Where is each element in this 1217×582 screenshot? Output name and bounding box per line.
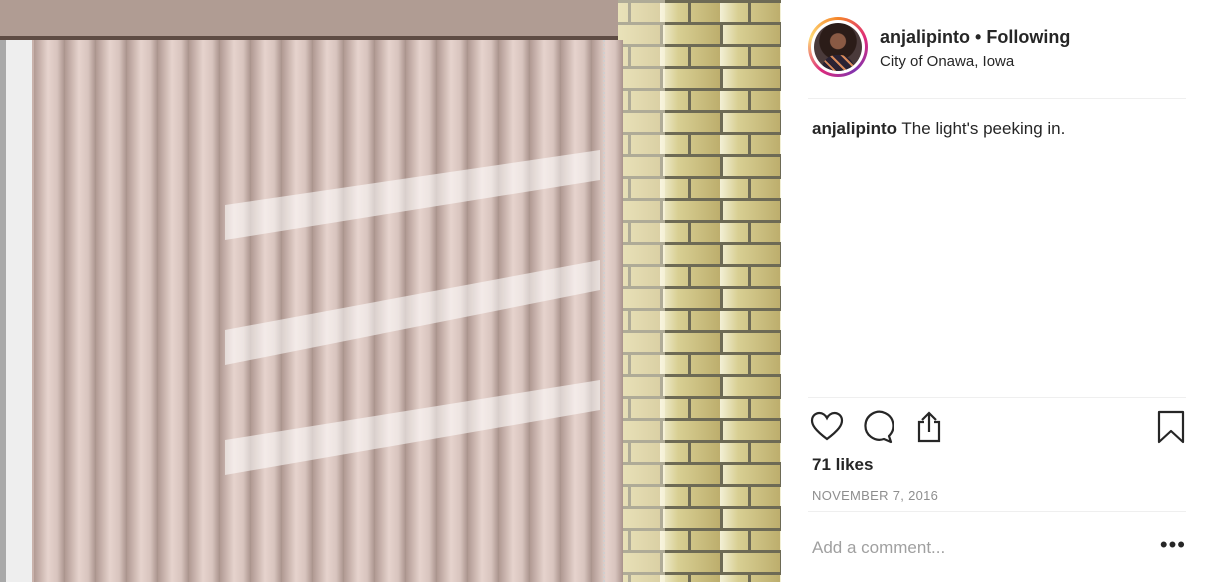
username-link[interactable]: anjalipinto <box>880 27 970 47</box>
comment-input[interactable] <box>812 538 1112 558</box>
likes-count[interactable]: 71 likes <box>812 455 873 475</box>
post-caption: anjalipinto The light's peeking in. <box>812 119 1065 139</box>
comment-icon[interactable] <box>860 410 894 444</box>
post-photo <box>0 0 781 582</box>
blind-slat <box>530 40 561 582</box>
caption-text: The light's peeking in. <box>901 119 1066 138</box>
separator-dot: • <box>975 27 982 47</box>
blind-slat <box>499 40 530 582</box>
blind-slat <box>592 40 623 582</box>
action-bar <box>808 397 1186 458</box>
blind-slat <box>561 40 592 582</box>
comment-bar: ••• <box>808 511 1186 582</box>
following-button[interactable]: Following <box>986 27 1070 47</box>
blind-slat <box>251 40 282 582</box>
blind-slat <box>220 40 251 582</box>
location-link[interactable]: City of Onawa, Iowa <box>880 53 1014 70</box>
blind-slat <box>127 40 158 582</box>
caption-username[interactable]: anjalipinto <box>812 119 897 138</box>
blind-slat <box>96 40 127 582</box>
share-icon[interactable] <box>912 410 946 444</box>
blind-slat <box>189 40 220 582</box>
more-options-icon[interactable]: ••• <box>1160 534 1186 556</box>
header-line: anjalipinto • Following <box>880 27 1070 48</box>
post-date: NOVEMBER 7, 2016 <box>812 488 939 503</box>
blind-slat <box>282 40 313 582</box>
post-header: anjalipinto • Following City of Onawa, I… <box>808 17 1186 99</box>
blind-slat <box>34 40 65 582</box>
avatar[interactable] <box>808 17 868 77</box>
heart-icon[interactable] <box>810 410 844 444</box>
bookmark-icon[interactable] <box>1154 410 1188 444</box>
blind-slat <box>65 40 96 582</box>
blind-slat <box>158 40 189 582</box>
post-details-panel: anjalipinto • Following City of Onawa, I… <box>781 0 1217 582</box>
